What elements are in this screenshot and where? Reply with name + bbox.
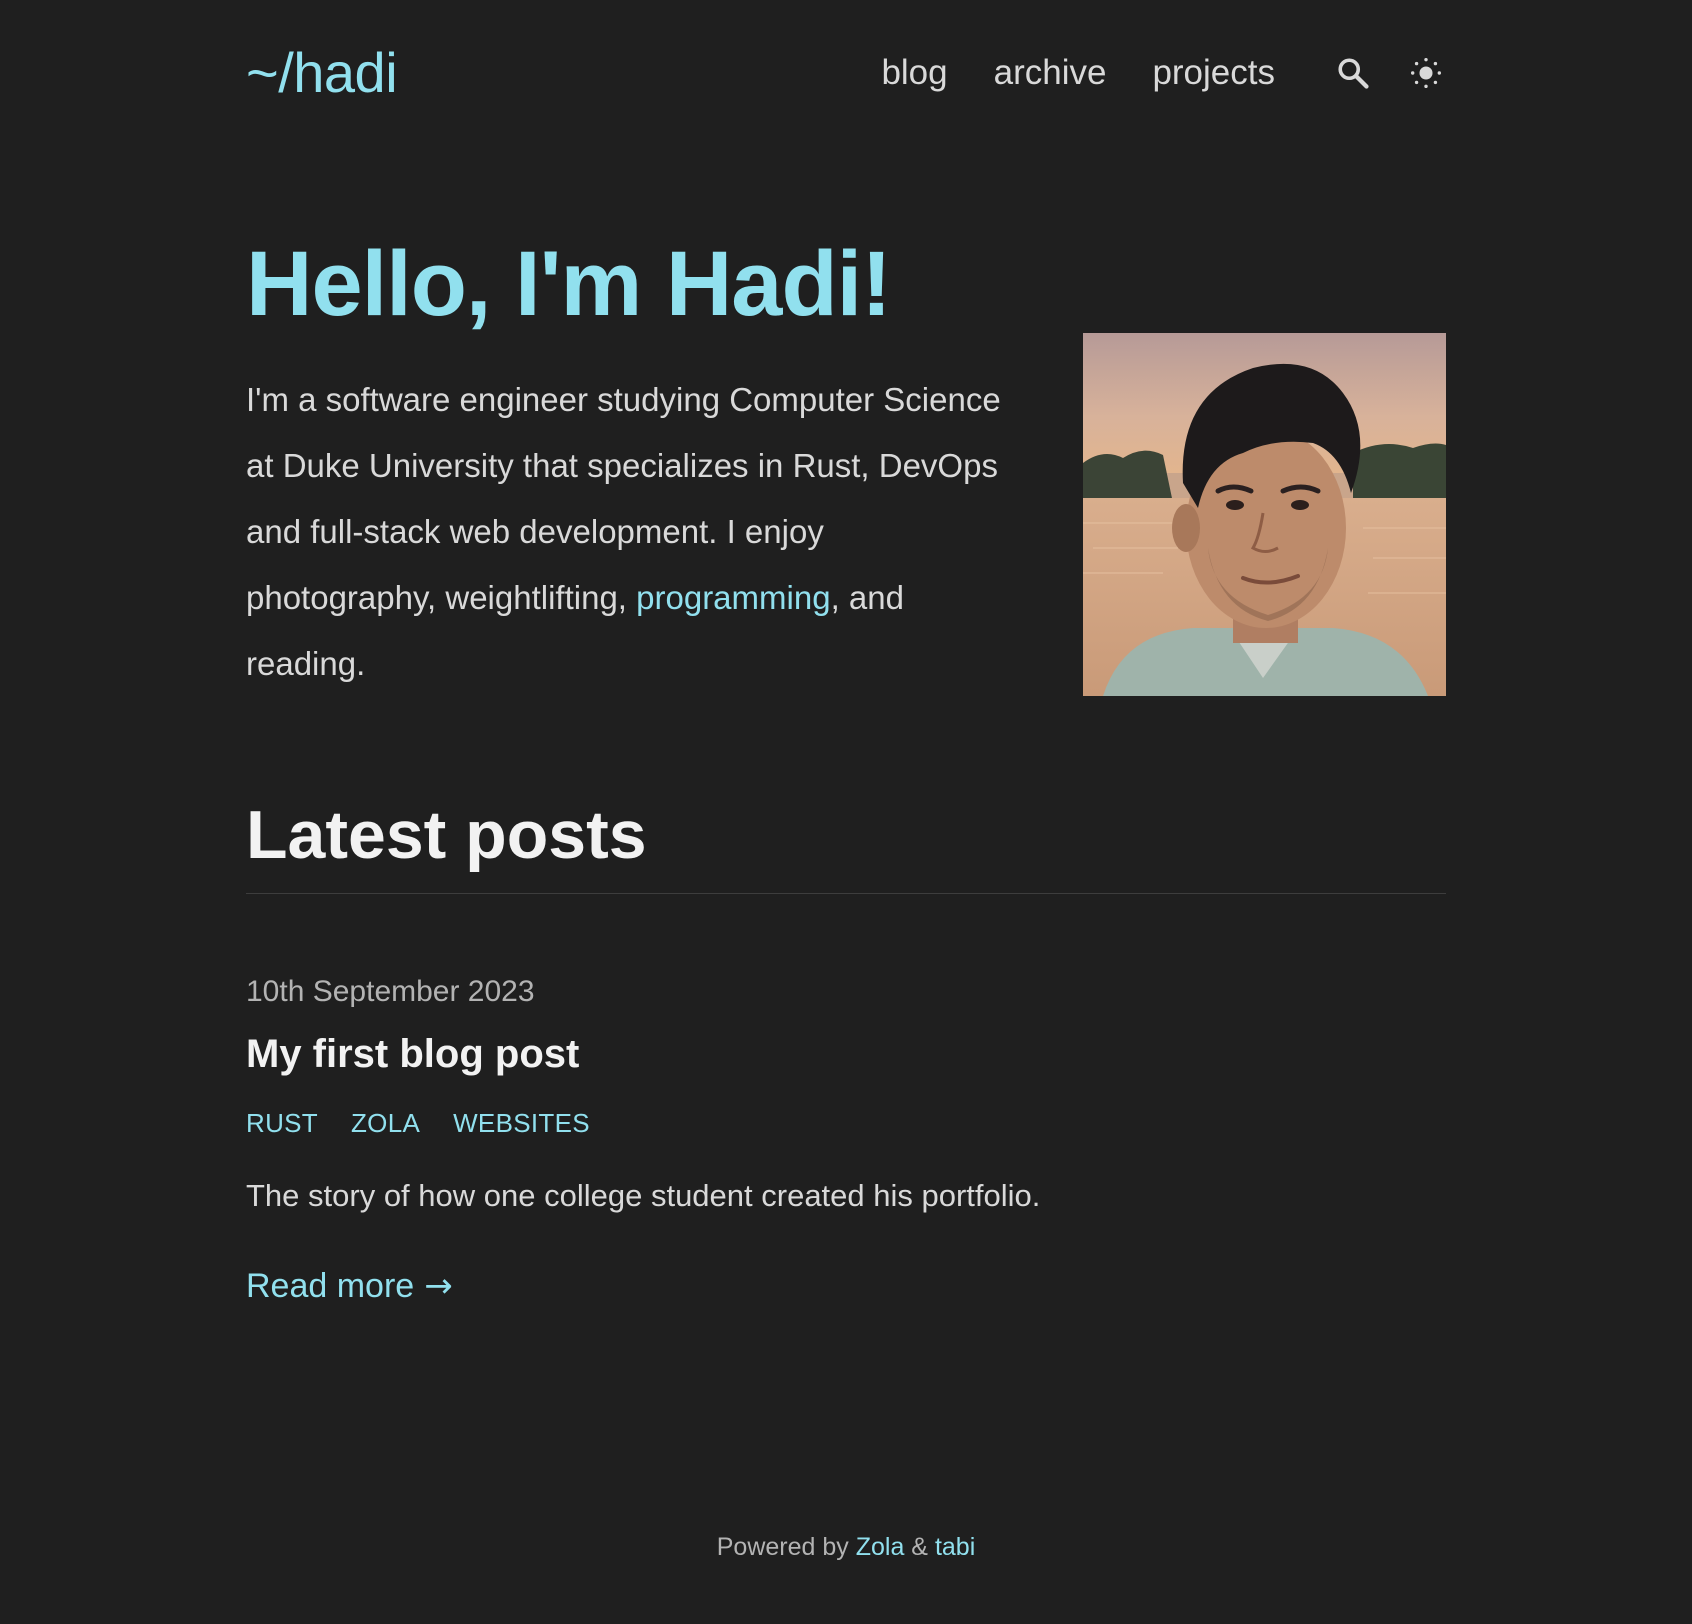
section-divider xyxy=(246,893,1446,894)
footer-prefix: Powered by xyxy=(716,1533,856,1561)
read-more-label: Read more xyxy=(246,1267,415,1305)
footer-separator: & xyxy=(904,1533,935,1561)
tag-zola[interactable]: ZOLA xyxy=(351,1106,420,1140)
zola-link[interactable]: Zola xyxy=(856,1533,905,1561)
profile-photo-illustration xyxy=(1083,333,1446,696)
tag-websites[interactable]: WEBSITES xyxy=(453,1106,590,1140)
arrow-right-icon: → xyxy=(424,1266,453,1306)
profile-photo xyxy=(1083,333,1446,696)
site-title-link[interactable]: ~/hadi xyxy=(246,38,398,108)
nav-link-blog[interactable]: blog xyxy=(881,38,947,108)
hero-title: Hello, I'm Hadi! xyxy=(246,233,892,335)
post-tags: RUST ZOLA WEBSITES xyxy=(246,1106,623,1140)
tabi-link[interactable]: tabi xyxy=(935,1533,975,1561)
tag-rust[interactable]: RUST xyxy=(246,1106,318,1140)
site-header: ~/hadi blog archive projects xyxy=(246,38,1446,108)
nav-link-projects[interactable]: projects xyxy=(1152,38,1275,108)
post-title-link[interactable]: My first blog post xyxy=(246,1032,579,1076)
programming-link[interactable]: programming xyxy=(636,579,830,616)
search-button[interactable] xyxy=(1333,53,1373,93)
nav-link-archive[interactable]: archive xyxy=(994,38,1107,108)
latest-posts-heading: Latest posts xyxy=(246,797,647,873)
post-summary: The story of how one college student cre… xyxy=(246,1178,1041,1213)
theme-toggle-button[interactable] xyxy=(1406,53,1446,93)
bio-text: I'm a software engineer studying Compute… xyxy=(246,367,1006,697)
search-icon xyxy=(1338,58,1369,89)
post-title: My first blog post xyxy=(246,1028,579,1080)
site-footer: Powered by Zola & tabi xyxy=(0,1530,1692,1564)
main-nav: blog archive projects xyxy=(881,38,1446,108)
post-date: 10th September 2023 xyxy=(246,975,535,1008)
sun-icon xyxy=(1410,57,1442,89)
read-more-link[interactable]: Read more → xyxy=(246,1264,453,1308)
